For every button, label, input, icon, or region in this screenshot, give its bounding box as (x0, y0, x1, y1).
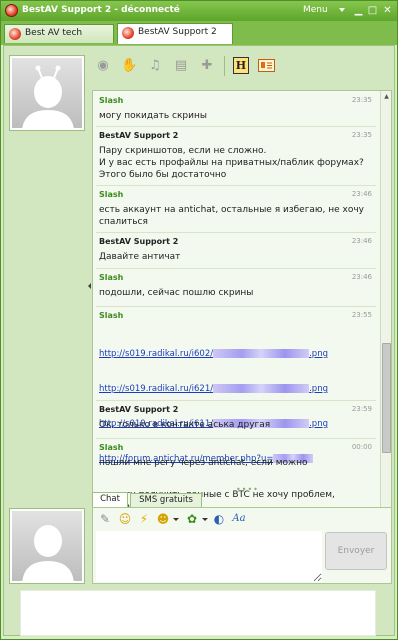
own-avatar[interactable] (9, 508, 85, 584)
redacted-region (213, 349, 310, 358)
message-time: 23:46 (351, 190, 372, 198)
tab-chat[interactable]: Chat (92, 492, 128, 508)
message-input[interactable] (96, 531, 322, 582)
message-compose-area: ✎ ☺ ⚡ ☻ ✿ ◐ Aa Envoyer (92, 507, 392, 584)
tab-label: Best AV tech (25, 28, 83, 38)
app-logo-icon (5, 4, 18, 17)
message-text: подошли, сейчас пошлю скрины (99, 288, 254, 298)
tab-bestav-support-2[interactable]: BestAV Support 2 (117, 23, 233, 44)
message-time: 23:59 (351, 405, 372, 413)
message-author: BestAV Support 2 (99, 237, 179, 246)
chat-history[interactable]: Slash 23:35 могу покидать скрины BestAV … (92, 90, 392, 535)
games-icon[interactable]: ♫ (147, 58, 163, 74)
user-silhouette-icon (22, 525, 74, 581)
message-author: BestAV Support 2 (99, 131, 179, 140)
message-text: могу покидать скрины (99, 111, 207, 121)
conversation-tabs: Best AV tech BestAV Support 2 (1, 21, 397, 45)
emoticon-pack-icon[interactable]: ☻ (156, 512, 170, 526)
window-title: BestAV Support 2 - déconnecté (22, 5, 180, 15)
contact-status-icon (9, 28, 21, 40)
title-bar[interactable]: BestAV Support 2 - déconnecté Menu ▁ □ ✕ (1, 1, 397, 21)
gamepad-icon[interactable]: ✚ (199, 58, 215, 74)
collapse-arrow-icon[interactable] (88, 283, 91, 289)
contact-avatar[interactable] (9, 55, 85, 131)
message-author: Slash (99, 96, 124, 105)
redacted-region (213, 384, 310, 393)
menu-button[interactable]: Menu (303, 5, 328, 15)
message-time: 23:35 (351, 96, 372, 104)
message-item: Slash 00:00 пошли мне регу через anticha… (96, 440, 376, 477)
contact-card-icon[interactable] (258, 59, 275, 72)
message-item: Slash 23:46 подошли, сейчас пошлю скрины (96, 270, 376, 307)
history-icon[interactable]: H (233, 57, 249, 74)
color-icon[interactable]: ◐ (212, 512, 226, 526)
close-icon[interactable]: ✕ (382, 5, 393, 16)
microphone-icon[interactable]: ✋ (121, 58, 137, 74)
conversation-panel: ◉ ✋ ♫ ▤ ✚ H Slash 23:35 могу покидать ск… (3, 45, 395, 636)
toolbar-divider (224, 56, 225, 76)
chevron-down-icon[interactable] (202, 518, 208, 521)
message-item: Slash 23:55 http://s019.radikal.ru/i602/… (96, 308, 376, 524)
message-text: Пару скриншотов, если не сложно. И у вас… (99, 146, 364, 180)
format-icon[interactable]: ✎ (98, 512, 112, 526)
avatar-placeholder (12, 511, 82, 581)
message-time: 23:55 (351, 311, 372, 319)
message-time: 23:46 (351, 237, 372, 245)
message-time: 23:35 (351, 131, 372, 139)
ad-banner-area[interactable] (20, 590, 376, 636)
scroll-thumb[interactable] (382, 343, 391, 453)
message-text: Ок, только в контакте аська другая (99, 420, 271, 430)
message-item: BestAV Support 2 23:46 Давайте античат (96, 234, 376, 269)
message-author: Slash (99, 311, 124, 320)
files-icon[interactable]: ▤ (173, 58, 189, 74)
message-time: 00:00 (351, 443, 372, 451)
chat-window: BestAV Support 2 - déconnecté Menu ▁ □ ✕… (0, 0, 398, 640)
message-author: Slash (99, 273, 124, 282)
message-item: BestAV Support 2 23:35 Пару скриншотов, … (96, 128, 376, 186)
scroll-up-icon[interactable]: ▲ (382, 92, 391, 102)
message-item: Slash 23:46 есть аккаунт на antichat, ос… (96, 187, 376, 233)
send-button[interactable]: Envoyer (325, 532, 387, 570)
message-item: Slash 23:35 могу покидать скрины (96, 93, 376, 127)
webcam-icon[interactable]: ◉ (95, 58, 111, 74)
message-author: BestAV Support 2 (99, 405, 179, 414)
tab-sms-gratuits[interactable]: SMS gratuits (130, 493, 202, 508)
message-text: пошли мне регу через antichat, если можн… (99, 458, 308, 468)
user-silhouette-icon (22, 65, 74, 128)
screenshot-link[interactable]: http://s019.radikal.ru/i602/.png (99, 349, 371, 360)
message-item: BestAV Support 2 23:59 Ок, только в конт… (96, 402, 376, 439)
resize-grip[interactable]: •••• (236, 485, 259, 494)
font-icon[interactable]: Aa (232, 512, 246, 526)
message-text: есть аккаунт на antichat, остальные я из… (99, 205, 364, 227)
chevron-down-icon[interactable] (173, 518, 179, 521)
wink-icon[interactable]: ⚡ (137, 512, 151, 526)
chat-scrollbar[interactable]: ▲ ▼ (380, 91, 391, 534)
maximize-icon[interactable]: □ (367, 5, 378, 16)
screenshot-link[interactable]: http://s019.radikal.ru/i621/.png (99, 384, 371, 395)
message-author: Slash (99, 190, 124, 199)
avatar-placeholder (12, 58, 82, 128)
message-time: 23:46 (351, 273, 372, 281)
smiley-icon[interactable]: ☺ (118, 512, 132, 526)
nudge-icon[interactable]: ✿ (185, 512, 199, 526)
minimize-icon[interactable]: ▁ (353, 5, 364, 16)
contact-card-glyph (261, 62, 272, 69)
chevron-down-icon[interactable] (339, 8, 345, 12)
message-author: Slash (99, 443, 124, 452)
tab-best-av-tech[interactable]: Best AV tech (4, 24, 114, 43)
contact-status-icon (122, 27, 134, 39)
tab-label: BestAV Support 2 (138, 27, 217, 37)
message-text: Давайте античат (99, 252, 181, 262)
